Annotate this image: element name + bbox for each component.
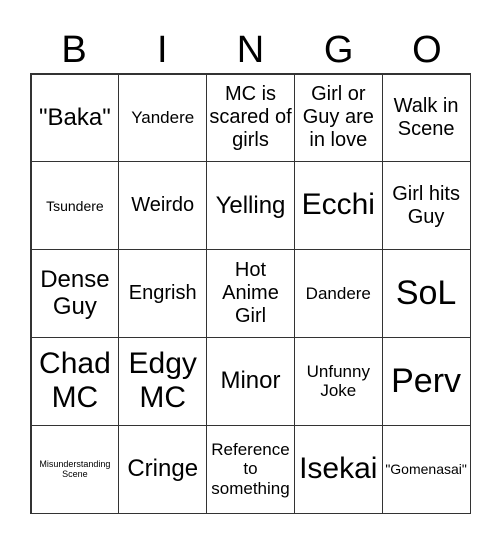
bingo-cell[interactable]: Girl or Guy are in love: [293, 73, 383, 163]
bingo-cell[interactable]: Dense Guy: [30, 249, 120, 338]
bingo-cell[interactable]: Yelling: [206, 161, 295, 251]
bingo-cell[interactable]: Tsundere: [30, 161, 120, 251]
bingo-grid: "Baka" Yandere MC is scared of girls Gir…: [30, 73, 471, 514]
header-letter-i: I: [157, 29, 168, 71]
bingo-cell[interactable]: Walk in Scene: [381, 73, 471, 163]
bingo-cell[interactable]: SoL: [381, 249, 471, 338]
bingo-cell[interactable]: Hot Anime Girl: [206, 249, 295, 338]
bingo-cell[interactable]: Engrish: [118, 249, 208, 338]
header-letter-n: N: [236, 29, 265, 71]
header-letter-g: G: [323, 29, 354, 71]
bingo-header: B I N G O: [30, 28, 471, 72]
bingo-cell[interactable]: Reference to something: [206, 424, 295, 514]
bingo-cell[interactable]: Minor: [206, 336, 295, 426]
bingo-cell[interactable]: Misunderstanding Scene: [30, 424, 120, 514]
header-letter-o: O: [412, 29, 442, 71]
bingo-cell[interactable]: Perv: [381, 336, 471, 426]
bingo-cell[interactable]: Cringe: [118, 424, 208, 514]
bingo-cell[interactable]: "Baka": [30, 73, 120, 163]
bingo-cell[interactable]: Chad MC: [30, 336, 120, 426]
header-letter-b: B: [61, 29, 87, 71]
bingo-cell[interactable]: "Gomenasai": [381, 424, 471, 514]
bingo-cell[interactable]: Ecchi: [293, 161, 383, 251]
bingo-cell[interactable]: Girl hits Guy: [381, 161, 471, 251]
bingo-cell[interactable]: Edgy MC: [118, 336, 208, 426]
bingo-cell[interactable]: Dandere: [293, 249, 383, 338]
bingo-cell[interactable]: MC is scared of girls: [206, 73, 295, 163]
bingo-cell[interactable]: Isekai: [293, 424, 383, 514]
bingo-cell[interactable]: Unfunny Joke: [293, 336, 383, 426]
bingo-cell[interactable]: Yandere: [118, 73, 208, 163]
bingo-cell[interactable]: Weirdo: [118, 161, 208, 251]
